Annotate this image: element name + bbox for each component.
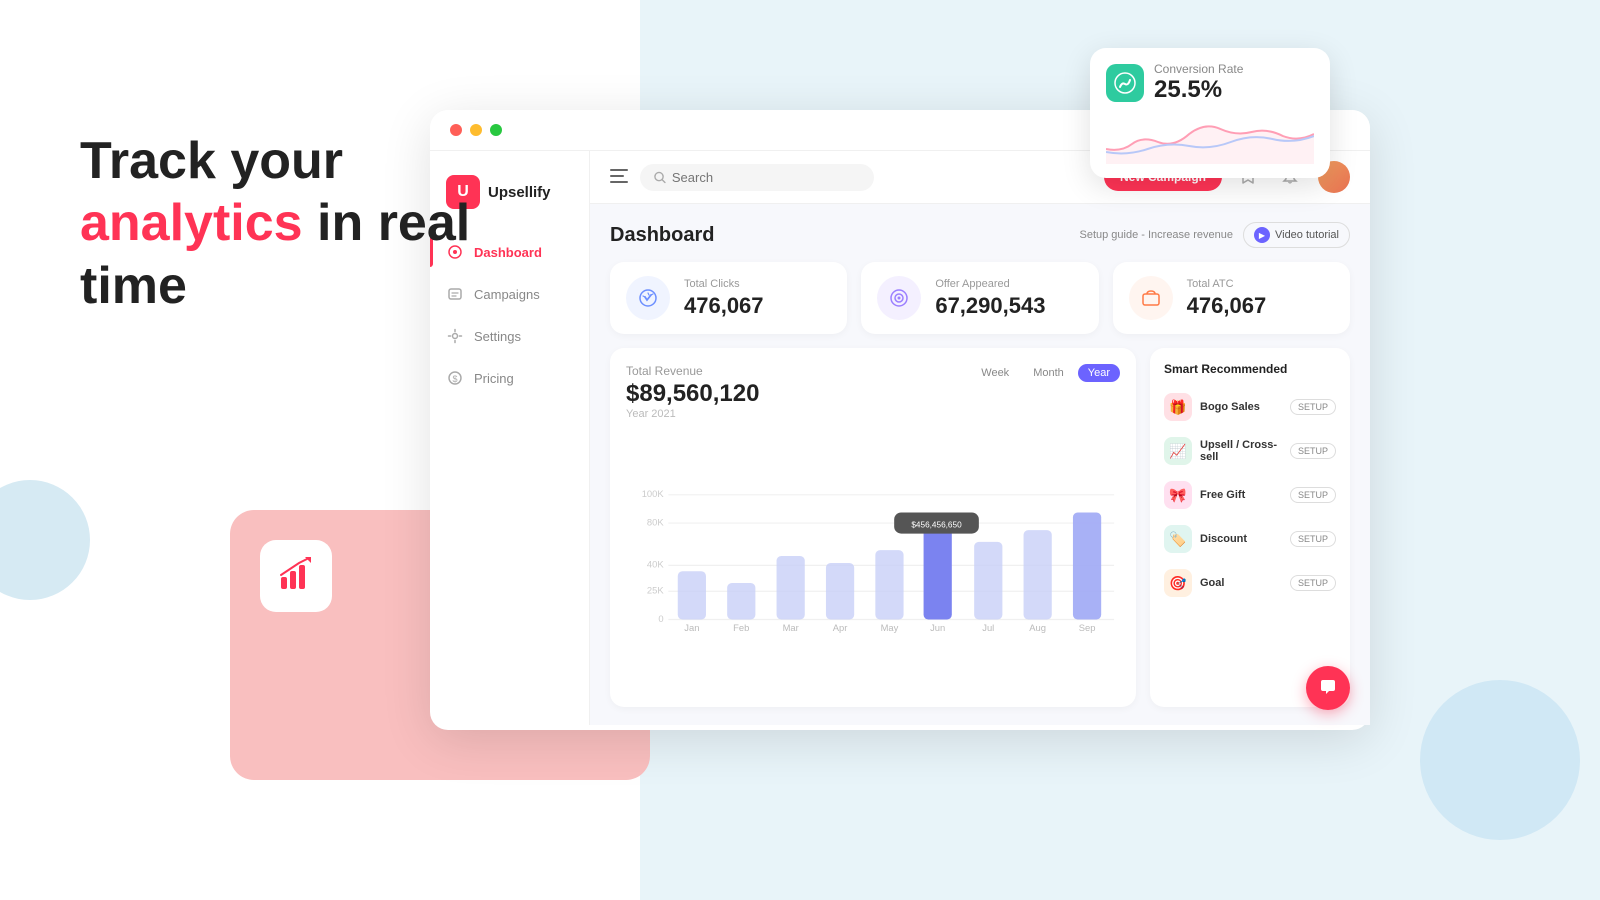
svg-text:Jan: Jan	[684, 622, 699, 633]
stats-row: Total Clicks 476,067	[610, 262, 1350, 334]
search-bar[interactable]	[640, 164, 874, 191]
dashboard-links: Setup guide - Increase revenue ▶ Video t…	[1079, 222, 1350, 248]
tab-month[interactable]: Month	[1023, 364, 1074, 382]
hero-highlight: analytics	[80, 194, 303, 252]
svg-text:Mar: Mar	[783, 622, 799, 633]
total-clicks-icon	[626, 276, 670, 320]
discount-setup-button[interactable]: SETUP	[1290, 531, 1336, 547]
decorative-circle-right	[1420, 680, 1580, 840]
upsell-setup-button[interactable]: SETUP	[1290, 443, 1336, 459]
hero-line2: in real	[317, 194, 470, 252]
svg-text:$456,456,650: $456,456,650	[911, 521, 962, 530]
discount-label: Discount	[1200, 533, 1247, 545]
revenue-header: Total Revenue $89,560,120 Year 2021 Week…	[626, 364, 1120, 420]
brand-name: Upsellify	[488, 184, 551, 201]
svg-text:$: $	[452, 374, 457, 384]
bogo-label: Bogo Sales	[1200, 401, 1260, 413]
upsell-icon: 📈	[1164, 437, 1192, 465]
goal-icon: 🎯	[1164, 569, 1192, 597]
offer-appeared-icon	[877, 276, 921, 320]
stat-info-total-atc: Total ATC 476,067	[1187, 278, 1267, 319]
smart-item-goal: 🎯 Goal SETUP	[1164, 564, 1336, 602]
main-content: New Campaign	[590, 151, 1370, 725]
settings-icon	[446, 327, 464, 345]
total-atc-icon	[1129, 276, 1173, 320]
dot-green	[490, 124, 502, 136]
svg-text:40K: 40K	[647, 559, 664, 570]
sidebar-item-settings[interactable]: Settings	[430, 317, 589, 355]
chart-container: 100K 80K 40K 25K 0	[626, 428, 1120, 691]
conversion-icon	[1106, 64, 1144, 102]
menu-icon[interactable]	[610, 167, 628, 188]
hero-line3: time	[80, 257, 187, 315]
smart-item-bogo: 🎁 Bogo Sales SETUP	[1164, 388, 1336, 426]
dashboard-header: Dashboard Setup guide - Increase revenue…	[610, 222, 1350, 248]
app-layout: U Upsellify Dashboard	[430, 151, 1370, 725]
svg-text:100K: 100K	[642, 488, 665, 499]
stat-card-offer-appeared: Offer Appeared 67,290,543	[861, 262, 1098, 334]
discount-icon: 🏷️	[1164, 525, 1192, 553]
conversion-chart	[1106, 114, 1314, 164]
svg-text:May: May	[881, 622, 899, 633]
sidebar-label-campaigns: Campaigns	[474, 287, 540, 302]
free-gift-setup-button[interactable]: SETUP	[1290, 487, 1336, 503]
stat-card-total-atc: Total ATC 476,067	[1113, 262, 1350, 334]
svg-text:25K: 25K	[647, 585, 664, 596]
dashboard-title: Dashboard	[610, 224, 714, 247]
revenue-title: Total Revenue	[626, 364, 759, 378]
hero-line1: Track your	[80, 132, 343, 190]
chat-button[interactable]	[1306, 666, 1350, 710]
goal-setup-button[interactable]: SETUP	[1290, 575, 1336, 591]
smart-item-upsell: 📈 Upsell / Cross-sell SETUP	[1164, 432, 1336, 470]
pricing-icon: $	[446, 369, 464, 387]
sidebar-label-settings: Settings	[474, 329, 521, 344]
stat-info-offer-appeared: Offer Appeared 67,290,543	[935, 278, 1045, 319]
svg-text:Sep: Sep	[1079, 622, 1096, 633]
conversion-header: Conversion Rate 25.5%	[1106, 62, 1314, 104]
bogo-icon: 🎁	[1164, 393, 1192, 421]
conversion-label: Conversion Rate	[1154, 62, 1243, 76]
search-icon	[654, 171, 666, 184]
sidebar-label-pricing: Pricing	[474, 371, 514, 386]
sidebar-item-pricing[interactable]: $ Pricing	[430, 359, 589, 397]
svg-text:Apr: Apr	[833, 622, 848, 633]
free-gift-label: Free Gift	[1200, 489, 1245, 501]
setup-guide-link[interactable]: Setup guide - Increase revenue	[1079, 229, 1233, 241]
revenue-amount: $89,560,120	[626, 380, 759, 408]
stat-card-total-clicks: Total Clicks 476,067	[610, 262, 847, 334]
search-input[interactable]	[672, 170, 860, 185]
smart-recommended-title: Smart Recommended	[1164, 362, 1336, 376]
smart-item-free-gift: 🎀 Free Gift SETUP	[1164, 476, 1336, 514]
dashboard-body: Dashboard Setup guide - Increase revenue…	[590, 204, 1370, 725]
time-tabs: Week Month Year	[971, 364, 1120, 382]
tab-year[interactable]: Year	[1078, 364, 1120, 382]
free-gift-icon: 🎀	[1164, 481, 1192, 509]
video-play-icon: ▶	[1254, 227, 1270, 243]
browser-window: Conversion Rate 25.5% U Upsellify	[430, 110, 1370, 730]
bottom-row: Total Revenue $89,560,120 Year 2021 Week…	[610, 348, 1350, 707]
tab-week[interactable]: Week	[971, 364, 1019, 382]
svg-text:Jun: Jun	[930, 622, 945, 633]
goal-label: Goal	[1200, 577, 1224, 589]
hero-section: Track your analytics in real time	[80, 130, 470, 317]
conversion-rate-card: Conversion Rate 25.5%	[1090, 48, 1330, 178]
video-tutorial-button[interactable]: ▶ Video tutorial	[1243, 222, 1350, 248]
dot-yellow	[470, 124, 482, 136]
bogo-setup-button[interactable]: SETUP	[1290, 399, 1336, 415]
upsell-label: Upsell / Cross-sell	[1200, 439, 1290, 463]
svg-text:Feb: Feb	[733, 622, 749, 633]
svg-text:80K: 80K	[647, 516, 664, 527]
smart-recommended-card: Smart Recommended 🎁 Bogo Sales SETUP 📈	[1150, 348, 1350, 707]
svg-text:0: 0	[658, 613, 663, 624]
svg-text:Jul: Jul	[982, 622, 994, 633]
smart-item-discount: 🏷️ Discount SETUP	[1164, 520, 1336, 558]
conversion-value: 25.5%	[1154, 76, 1243, 104]
svg-text:Aug: Aug	[1029, 622, 1046, 633]
stat-info-total-clicks: Total Clicks 476,067	[684, 278, 764, 319]
revenue-card: Total Revenue $89,560,120 Year 2021 Week…	[610, 348, 1136, 707]
sidebar-label-dashboard: Dashboard	[474, 245, 542, 260]
revenue-year: Year 2021	[626, 408, 759, 420]
